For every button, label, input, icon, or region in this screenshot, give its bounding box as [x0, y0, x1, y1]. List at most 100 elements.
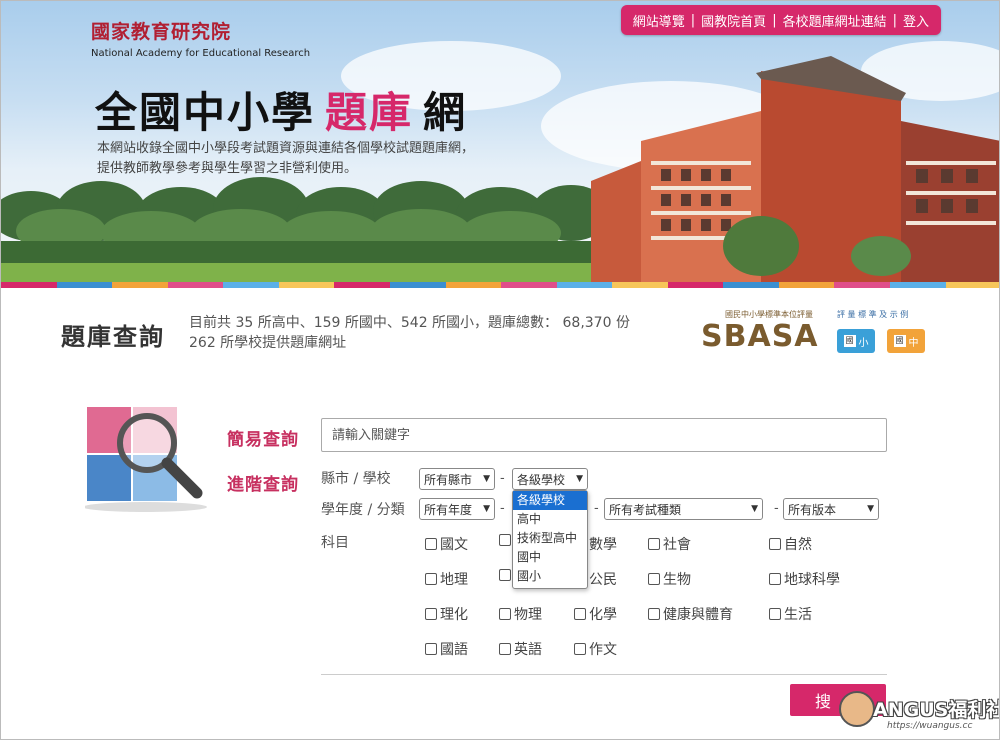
subject-checkbox[interactable]: 英語	[499, 639, 542, 659]
subject-label-text: 社會	[663, 537, 691, 553]
nav-login[interactable]: 登入	[899, 11, 933, 30]
dropdown-option[interactable]: 國中	[513, 548, 587, 567]
checkbox-box[interactable]	[648, 608, 660, 620]
school-level-dropdown[interactable]: 各級學校 高中 技術型高中 國中 國小	[512, 490, 588, 589]
watermark-text: ANGUS福利社	[873, 699, 1000, 721]
watermark-url: https://wuangus.cc	[887, 721, 973, 731]
query-section-title: 題庫查詢	[61, 323, 165, 351]
keyword-input[interactable]	[321, 418, 887, 452]
subject-checkbox[interactable]: 健康與體育	[648, 604, 733, 624]
subject-checkbox[interactable]: 社會	[648, 534, 691, 554]
stripe-segment	[278, 282, 335, 288]
checkbox-box[interactable]	[769, 538, 781, 550]
stripe-segment	[834, 282, 890, 288]
subject-label-text: 英語	[514, 642, 542, 658]
nav-separator: |	[772, 12, 777, 28]
exam-type-select[interactable]: 所有考試種類 ▼	[604, 498, 763, 520]
subject-checkbox[interactable]: 生物	[648, 569, 691, 589]
stripe-segment	[501, 282, 557, 288]
subject-checkbox[interactable]: 自然	[769, 534, 812, 554]
dropdown-option[interactable]: 國小	[513, 567, 587, 586]
color-stripe	[1, 282, 999, 288]
nav-separator: |	[892, 12, 897, 28]
subject-checkbox[interactable]: 理化	[425, 604, 468, 624]
checkbox-box[interactable]	[499, 569, 511, 581]
separator-dash: -	[594, 501, 599, 516]
site-title: 全國中小學 題庫網	[95, 79, 467, 140]
top-navigation: 網站導覽 | 國教院首頁 | 各校題庫網址連結 | 登入	[620, 5, 941, 35]
site-description: 本網站收錄全國中小學段考試題資源與連結各個學校試題題庫網， 提供教師教學參考與學…	[97, 139, 567, 179]
year-select-value: 所有年度	[424, 502, 473, 517]
nav-school-links[interactable]: 各校題庫網址連結	[779, 11, 891, 30]
checkbox-box[interactable]	[499, 608, 511, 620]
stripe-segment	[890, 282, 946, 288]
separator-dash: -	[500, 471, 505, 486]
page: 國家教育研究院 National Academy for Educational…	[0, 0, 1000, 740]
checkbox-box[interactable]	[425, 643, 437, 655]
subject-checkbox[interactable]: 國語	[425, 639, 468, 659]
subject-label-text: 數學	[589, 537, 617, 553]
chevron-down-icon: ▼	[576, 474, 583, 484]
stats-line: 目前共 35 所高中、159 所國中、542 所國小，題庫總數： 68,370 …	[189, 315, 630, 331]
subject-checkbox[interactable]: 作文	[574, 639, 617, 659]
year-select[interactable]: 所有年度 ▼	[419, 498, 495, 520]
site-title-suffix: 網	[423, 88, 468, 137]
checkbox-box[interactable]	[425, 608, 437, 620]
separator-dash: -	[500, 501, 505, 516]
subject-label-text: 生物	[663, 572, 691, 588]
subject-checkbox[interactable]: 地理	[425, 569, 468, 589]
checkbox-box[interactable]	[769, 608, 781, 620]
subject-checkbox[interactable]: 地球科學	[769, 569, 840, 589]
subject-checkbox[interactable]: 化學	[574, 604, 617, 624]
subject-checkbox[interactable]: 物理	[499, 604, 542, 624]
checkbox-box[interactable]	[574, 608, 586, 620]
subject-checkbox[interactable]: 國文	[425, 534, 468, 554]
badge-char: 國	[843, 335, 856, 347]
separator-dash: -	[774, 501, 779, 516]
version-select-value: 所有版本	[788, 502, 837, 517]
checkbox-box[interactable]	[425, 538, 437, 550]
nav-academy-home[interactable]: 國教院首頁	[697, 11, 770, 30]
stripe-segment	[389, 282, 446, 288]
dropdown-option[interactable]: 各級學校	[513, 491, 587, 510]
county-select[interactable]: 所有縣市 ▼	[419, 468, 495, 490]
nav-site-map[interactable]: 網站導覽	[629, 11, 689, 30]
academy-logo[interactable]: 國家教育研究院 National Academy for Educational…	[91, 17, 310, 59]
subject-label-text: 地理	[440, 572, 468, 588]
checkbox-box[interactable]	[499, 534, 511, 546]
junior-high-badge[interactable]: 國中	[887, 329, 925, 353]
stripe-segment	[1, 282, 57, 288]
badge-label: 中	[908, 337, 919, 349]
sbasa-logo[interactable]: 國民中小學標準本位評量 SBASA 評 量 標 準 及 示 例 國小 國中	[701, 309, 931, 359]
subject-checkbox[interactable]: 生活	[769, 604, 812, 624]
checkbox-box[interactable]	[574, 643, 586, 655]
subject-label-text: 物理	[514, 607, 542, 623]
school-level-select[interactable]: 各級學校 ▼	[512, 468, 588, 490]
stripe-segment	[612, 282, 668, 288]
badge-label: 小	[858, 337, 869, 349]
stripe-segment	[556, 282, 613, 288]
mascot-avatar	[839, 691, 875, 727]
chevron-down-icon: ▼	[483, 504, 490, 514]
stripe-segment	[945, 282, 999, 288]
checkbox-box[interactable]	[499, 643, 511, 655]
subject-label-text: 國文	[440, 537, 468, 553]
subject-label-text: 理化	[440, 607, 468, 623]
subject-label-text: 國語	[440, 642, 468, 658]
county-select-value: 所有縣市	[424, 472, 473, 487]
site-title-prefix: 全國中小學	[95, 88, 316, 137]
dropdown-option[interactable]: 技術型高中	[513, 529, 587, 548]
checkbox-box[interactable]	[425, 573, 437, 585]
checkbox-box[interactable]	[648, 573, 660, 585]
subject-label: 科目	[321, 535, 349, 551]
stripe-segment	[112, 282, 168, 288]
stripe-segment	[223, 282, 279, 288]
logo-chinese: 國家教育研究院	[91, 21, 232, 43]
checkbox-box[interactable]	[648, 538, 660, 550]
elementary-badge[interactable]: 國小	[837, 329, 875, 353]
version-select[interactable]: 所有版本 ▼	[783, 498, 879, 520]
dropdown-option[interactable]: 高中	[513, 510, 587, 529]
checkbox-box[interactable]	[769, 573, 781, 585]
subject-label-text: 作文	[589, 642, 617, 658]
chevron-down-icon: ▼	[751, 504, 758, 514]
